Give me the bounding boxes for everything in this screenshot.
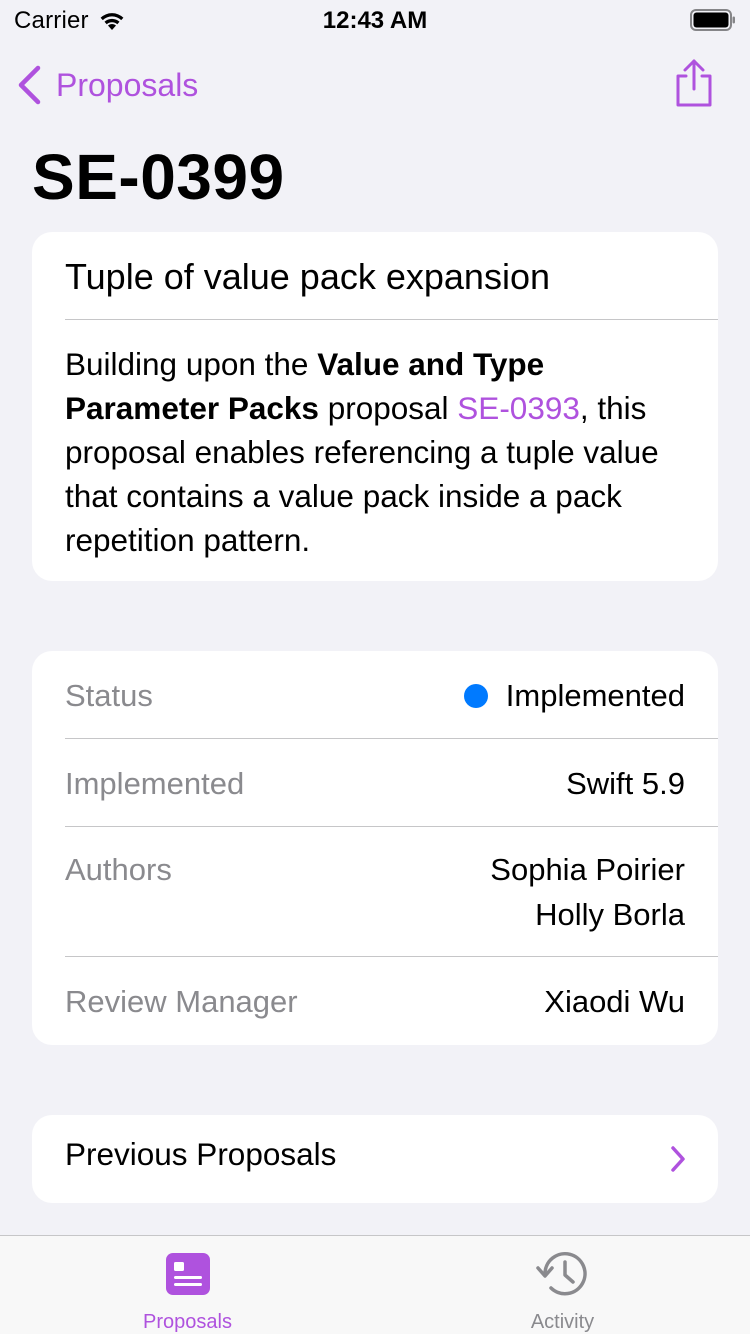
page-title: SE-0399 <box>32 141 285 213</box>
proposal-link[interactable]: SE-0393 <box>457 390 580 426</box>
status-dot-icon <box>463 683 488 708</box>
summary-card: Tuple of value pack expansion Building u… <box>32 232 718 581</box>
authors-value: Sophia Poirier Holly Borla <box>490 847 685 937</box>
authors-row: Authors Sophia Poirier Holly Borla <box>65 847 685 937</box>
implemented-label: Implemented <box>65 766 245 801</box>
tab-bar: Proposals Activity <box>0 1235 750 1334</box>
proposal-title: Tuple of value pack expansion <box>65 256 550 297</box>
tab-label: Activity <box>530 1311 595 1333</box>
tab-activity[interactable]: Activity <box>375 1236 750 1334</box>
status-value: Implemented <box>463 673 685 718</box>
previous-proposals-label: Previous Proposals <box>65 1136 337 1172</box>
document-icon <box>165 1251 210 1297</box>
authors-label: Authors <box>65 852 172 887</box>
author-name: Holly Borla <box>535 897 685 932</box>
summary-text-intro: Building upon the <box>65 346 318 382</box>
status-time: 12:43 AM <box>322 7 428 34</box>
review-manager-row: Review Manager Xiaodi Wu <box>65 979 685 1024</box>
status-bar: Carrier 12:43 AM <box>0 0 750 40</box>
summary-text-mid: proposal <box>318 390 458 426</box>
share-icon[interactable] <box>672 58 716 108</box>
details-card: Status Implemented Implemented Swift 5.9… <box>32 651 718 1045</box>
divider <box>65 738 718 739</box>
history-icon <box>535 1251 591 1297</box>
status-label: Status <box>65 678 153 713</box>
divider <box>65 319 718 320</box>
implemented-value: Swift 5.9 <box>566 766 685 801</box>
back-button-label: Proposals <box>56 66 199 103</box>
status-text: Implemented <box>505 678 685 713</box>
battery-icon <box>690 9 735 31</box>
chevron-right-icon <box>671 1146 685 1172</box>
review-manager-label: Review Manager <box>65 984 298 1019</box>
tab-label: Proposals <box>143 1311 232 1333</box>
author-name: Sophia Poirier <box>490 852 685 887</box>
chevron-left-icon <box>18 65 41 105</box>
back-button[interactable]: Proposals <box>16 62 198 108</box>
proposal-summary: Building upon the Value and Type Paramet… <box>65 342 690 562</box>
divider <box>65 826 718 827</box>
tab-proposals[interactable]: Proposals <box>0 1236 375 1334</box>
review-manager-value: Xiaodi Wu <box>544 984 685 1019</box>
previous-proposals-button[interactable]: Previous Proposals <box>32 1115 718 1203</box>
divider <box>65 956 718 957</box>
implemented-row: Implemented Swift 5.9 <box>65 761 685 806</box>
status-row: Status Implemented <box>65 673 685 718</box>
